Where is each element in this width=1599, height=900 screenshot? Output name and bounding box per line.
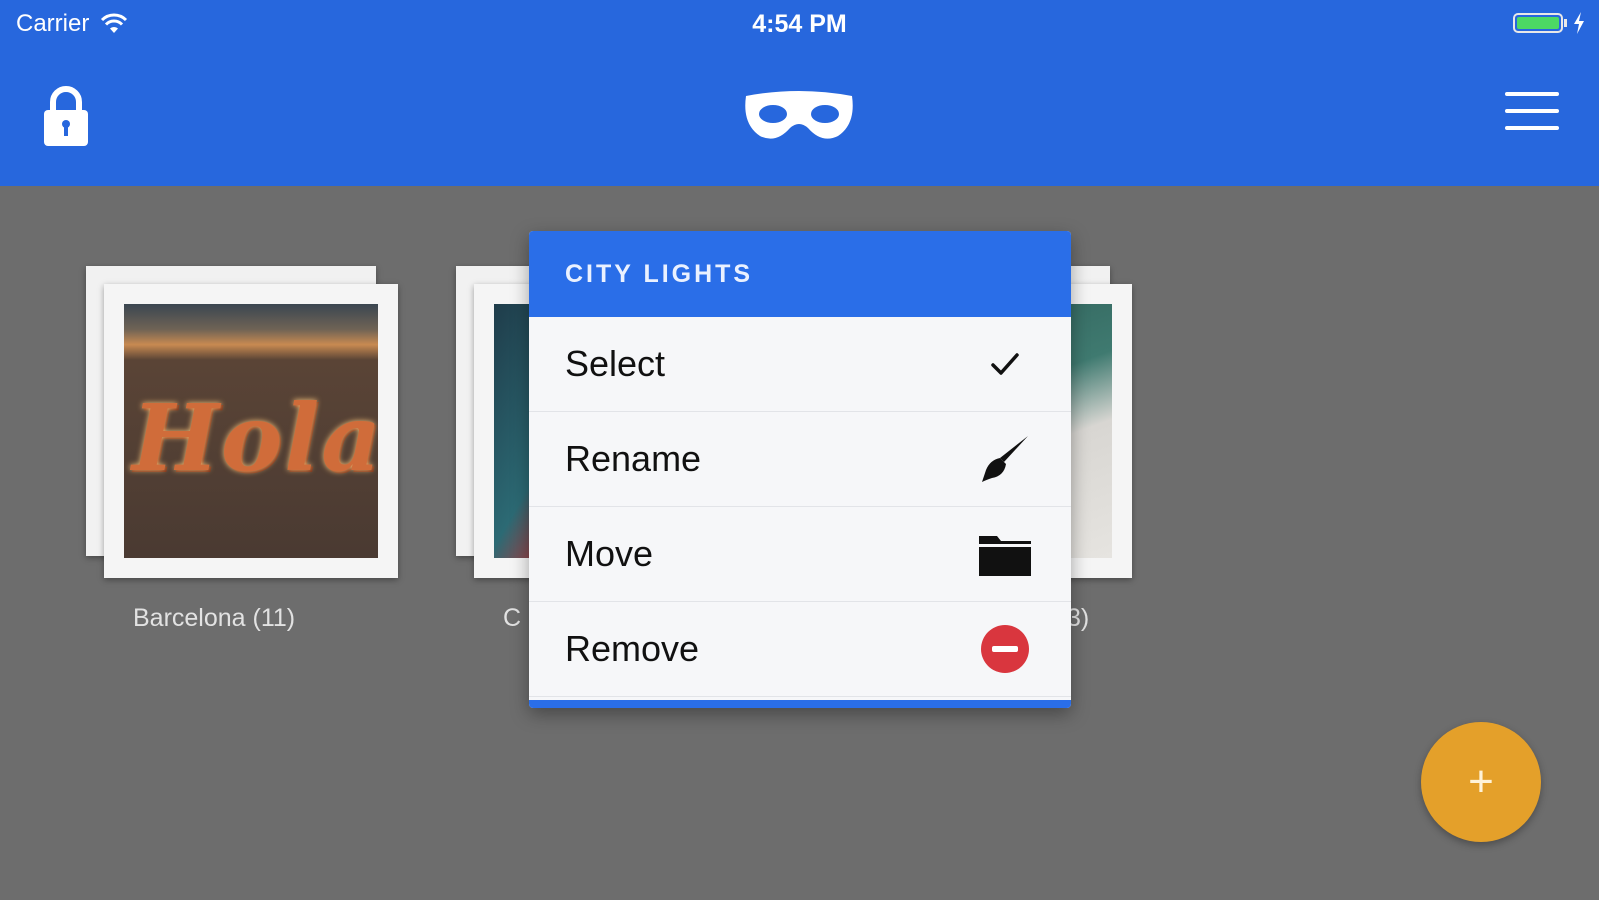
menu-item-move[interactable]: Move: [529, 507, 1071, 602]
context-menu-header: CITY LIGHTS: [529, 231, 1071, 317]
album-caption: Barcelona (11): [133, 604, 296, 632]
album-thumbnail: Hola: [124, 304, 378, 558]
add-album-button[interactable]: +: [1421, 722, 1541, 842]
album-caption: C: [503, 604, 522, 632]
status-time: 4:54 PM: [752, 10, 847, 38]
plus-icon: +: [1468, 757, 1494, 806]
menu-item-rename[interactable]: Rename: [529, 412, 1071, 507]
menu-item-label: Remove: [565, 628, 700, 669]
lock-button[interactable]: [40, 84, 92, 148]
battery-indicator: [1513, 12, 1585, 34]
menu-item-label: Select: [565, 343, 666, 384]
lock-icon: [44, 86, 88, 146]
folder-icon: [977, 526, 1033, 582]
hamburger-menu-icon[interactable]: [1505, 92, 1559, 130]
mask-icon[interactable]: [742, 88, 856, 142]
thumbnail-sign-text: Hola: [132, 384, 378, 492]
top-bar: Carrier 4:54 PM: [0, 0, 1599, 186]
menu-item-label: Rename: [565, 438, 702, 479]
album-card-barcelona[interactable]: Hola: [86, 266, 398, 578]
minus-circle-icon: [977, 621, 1033, 677]
context-menu-title: CITY LIGHTS: [565, 259, 754, 288]
context-menu-footer-bar: [529, 700, 1071, 708]
menu-item-remove[interactable]: Remove: [529, 602, 1071, 697]
battery-icon: [1513, 13, 1563, 33]
battery-fill: [1517, 17, 1559, 29]
album-context-menu: CITY LIGHTS Select Rename Move Remove: [529, 231, 1071, 708]
charging-bolt-icon: [1574, 12, 1584, 34]
menu-item-select[interactable]: Select: [529, 317, 1071, 412]
brush-icon: [977, 431, 1033, 487]
checkmark-icon: [977, 336, 1033, 392]
menu-item-label: Move: [565, 533, 654, 574]
